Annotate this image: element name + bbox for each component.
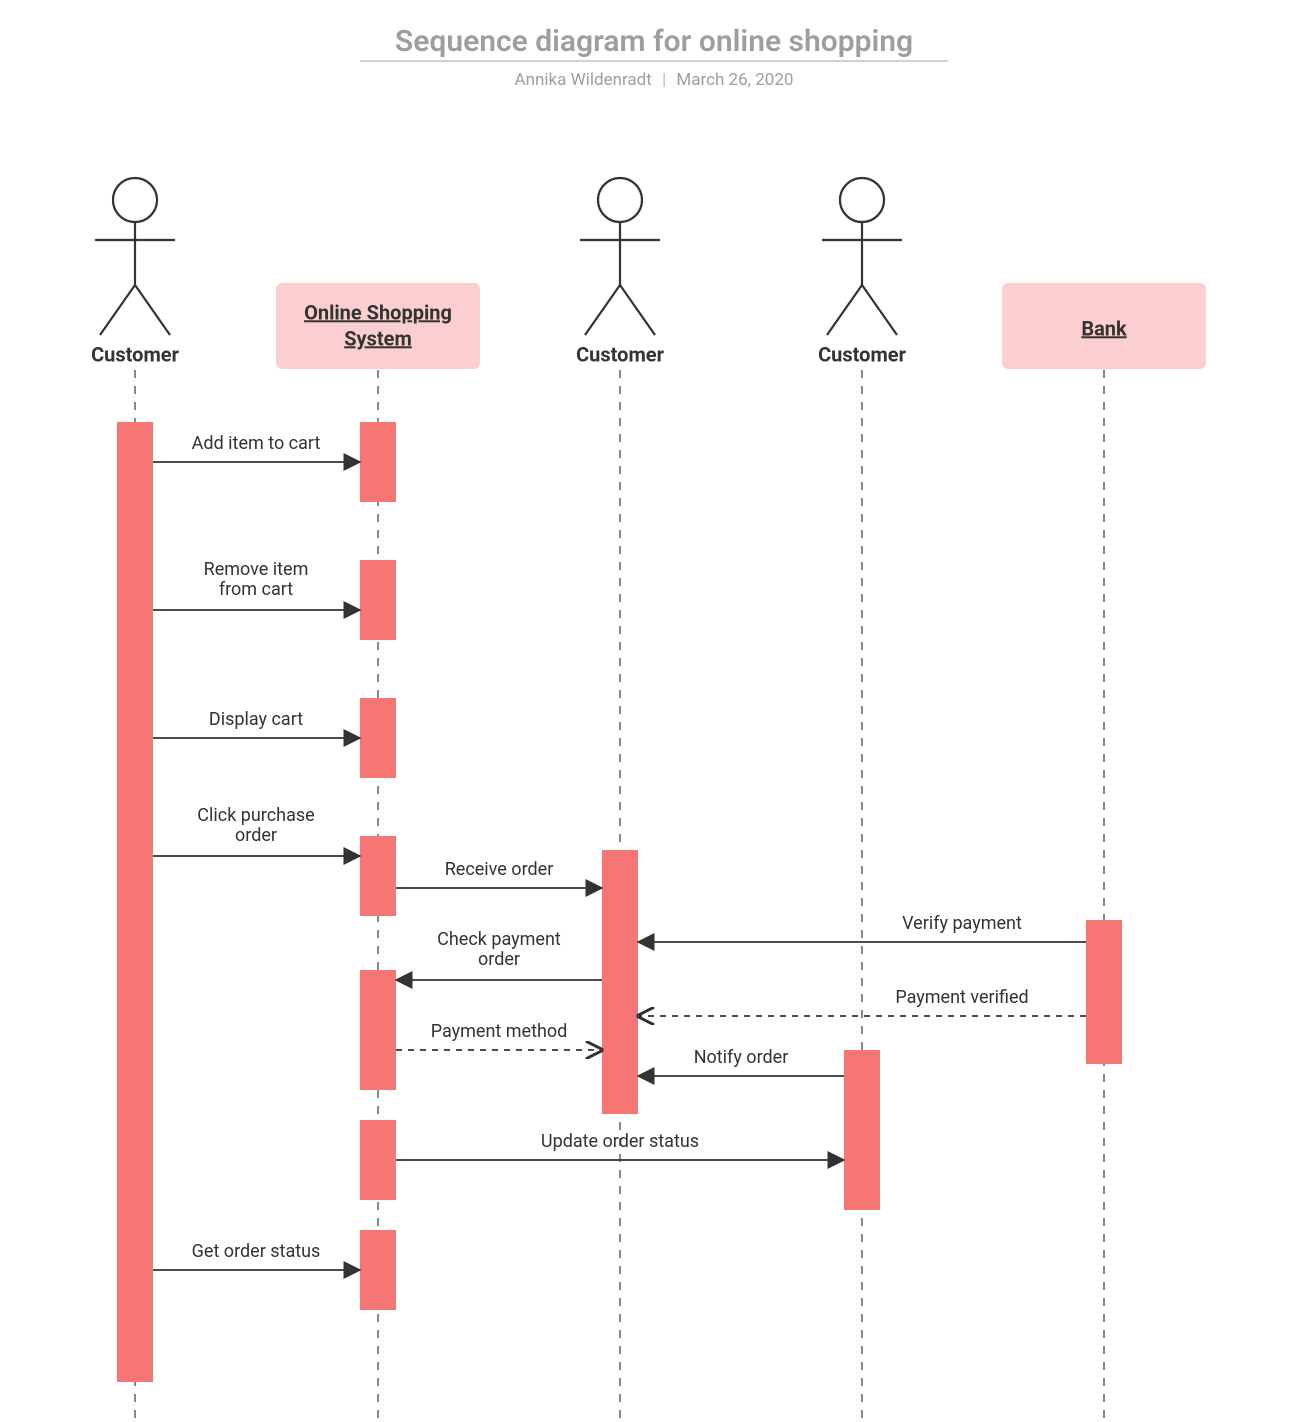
msg-text-7a: Check payment — [437, 929, 561, 950]
date-label: March 26, 2020 — [676, 70, 793, 90]
title-underline — [360, 60, 948, 62]
activation-customer3 — [844, 1050, 880, 1210]
actor-label-customer3: Customer — [818, 342, 906, 366]
activation-system-3 — [360, 698, 396, 778]
actor-customer2: Customer — [576, 178, 664, 366]
msg-text-12: Get order status — [192, 1241, 321, 1262]
activation-customer2 — [602, 850, 638, 1114]
msg-text-7b: order — [478, 949, 520, 970]
author-label: Annika Wildenradt — [515, 70, 652, 90]
msg-text-4a: Click purchase — [197, 805, 314, 826]
activation-customer1 — [117, 422, 153, 1382]
activation-bank — [1086, 920, 1122, 1064]
msg-text-1: Add item to cart — [192, 433, 321, 454]
activation-system-7 — [360, 1230, 396, 1310]
msg-text-6: Verify payment — [902, 913, 1022, 934]
sequence-diagram: Customer Online Shopping System Customer… — [0, 120, 1308, 1422]
activation-system-2 — [360, 560, 396, 640]
actor-label-customer2: Customer — [576, 342, 664, 366]
activation-system-5 — [360, 970, 396, 1090]
msg-text-10: Notify order — [694, 1047, 789, 1068]
participant-bank: Bank — [1002, 283, 1206, 369]
msg-text-3: Display cart — [209, 709, 303, 730]
msg-text-11: Update order status — [541, 1131, 699, 1152]
page-subtitle: Annika Wildenradt | March 26, 2020 — [0, 70, 1308, 90]
activation-system-4 — [360, 836, 396, 916]
actor-customer3: Customer — [818, 178, 906, 366]
msg-text-2a: Remove item — [204, 559, 309, 580]
msg-text-2b: from cart — [219, 579, 293, 600]
msg-text-4b: order — [235, 825, 277, 846]
page-title: Sequence diagram for online shopping — [0, 24, 1308, 59]
participant-label-system-l2: System — [344, 326, 412, 350]
participant-label-system-l1: Online Shopping — [304, 300, 452, 324]
msg-text-8: Payment verified — [895, 987, 1028, 1008]
msg-text-5: Receive order — [445, 859, 554, 880]
activation-system-6 — [360, 1120, 396, 1200]
participant-label-bank: Bank — [1081, 316, 1127, 340]
msg-text-9: Payment method — [431, 1021, 568, 1042]
separator: | — [656, 70, 672, 90]
actor-label-customer1: Customer — [91, 342, 179, 366]
participant-system: Online Shopping System — [276, 283, 480, 369]
activation-system-1 — [360, 422, 396, 502]
actor-customer1: Customer — [91, 178, 179, 366]
